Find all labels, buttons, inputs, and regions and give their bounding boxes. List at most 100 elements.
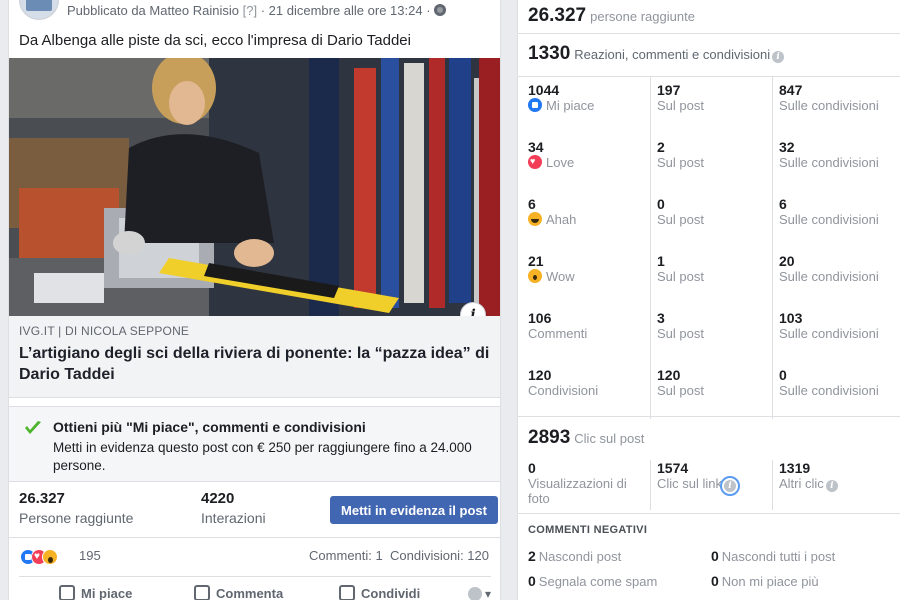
comments-count[interactable]: Commenti: 1 <box>309 548 383 563</box>
like-label: Mi piace <box>546 98 595 113</box>
wow-total: 21 <box>528 253 544 269</box>
like-on-shares: 847 <box>779 82 803 98</box>
photo-views-cell: 0 Visualizzazioni di foto <box>528 460 650 510</box>
info-icon[interactable]: i <box>772 51 785 63</box>
post-meta: Pubblicato da Matteo Rainisio [?] · 21 d… <box>67 3 447 18</box>
share-icon <box>339 585 355 600</box>
breakdown-row-haha: 6 Ahah 0 Sul post 6 Sulle condivisioni <box>518 191 900 248</box>
unlike-stat: 0 Non mi piace più <box>711 573 819 589</box>
info-icon[interactable]: i <box>720 476 741 496</box>
share-label: Condividi <box>361 586 421 600</box>
interactions-value: 4220 <box>201 490 235 507</box>
info-icon[interactable]: i <box>825 480 838 492</box>
haha-on-shares-cell: 6 Sulle condivisioni <box>772 191 900 248</box>
clicks-value: 2893 <box>528 427 571 448</box>
on-post-label: Sul post <box>657 269 704 284</box>
help-link[interactable]: [?] <box>243 3 257 18</box>
on-post-label: Sul post <box>657 383 704 398</box>
comments-on-shares-cell: 103 Sulle condivisioni <box>772 305 900 362</box>
shares-total-cell: 120 Condivisioni <box>528 362 648 419</box>
comment-button[interactable]: Commenta <box>194 585 283 600</box>
reach-label: Persone raggiunte <box>19 510 134 526</box>
haha-label-row: Ahah <box>528 212 648 227</box>
post-insights-panel: 26.327 persone raggiunte 1330 Reazioni, co… <box>517 0 900 600</box>
post-text: Da Albenga alle piste da sci, ecco l'imp… <box>19 32 411 49</box>
love-icon <box>528 154 542 169</box>
like-on-post-cell: 197 Sul post <box>650 77 772 134</box>
wow-label: Wow <box>546 269 575 284</box>
like-on-shares-cell: 847 Sulle condivisioni <box>772 77 900 134</box>
on-shares-label: Sulle condivisioni <box>779 212 879 227</box>
negative-feedback: COMMENTI NEGATIVI 2 Nascondi post 0 Nascon… <box>518 514 900 600</box>
reaction-icons[interactable] <box>20 549 58 565</box>
insights-reactions-total: 1330 Reazioni, commenti e condivisioni i <box>518 34 900 77</box>
shares-on-post-cell: 120 Sul post <box>650 362 772 419</box>
like-label-row: Mi piace <box>528 98 648 113</box>
haha-total: 6 <box>528 196 536 212</box>
globe-icon <box>434 4 447 16</box>
insights-reach: 26.327 persone raggiunte <box>518 0 900 34</box>
on-post-label: Sul post <box>657 98 704 113</box>
insights-reach-value: 26.327 <box>528 5 587 26</box>
post-header: Pubblicato da Matteo Rainisio [?] · 21 d… <box>9 0 500 26</box>
link-preview[interactable]: IVG.IT | DI NICOLA SEPPONE L’artigiano d… <box>9 316 500 398</box>
reactions-count[interactable]: 195 <box>79 548 101 563</box>
link-title[interactable]: L’artigiano degli sci della riviera di p… <box>19 343 499 385</box>
spam-stat: 0 Segnala come spam <box>528 573 657 589</box>
post-actions: Mi piace Commenta Condividi ▾ <box>19 576 491 600</box>
reactions-total-label: Reazioni, commenti e condivisioni <box>574 47 771 62</box>
love-total: 34 <box>528 139 544 155</box>
wow-total-cell: 21 Wow <box>528 248 648 305</box>
haha-label: Ahah <box>546 212 577 227</box>
comments-on-post-cell: 3 Sul post <box>650 305 772 362</box>
like-button[interactable]: Mi piace <box>59 585 132 600</box>
hide-post-value: 2 <box>528 548 536 564</box>
haha-on-post: 0 <box>657 196 665 212</box>
link-clicks-cell: 1574 Clic sul link i <box>650 460 772 510</box>
photo-views-value: 0 <box>528 460 536 476</box>
reactions-summary: 195 Commenti: 1 Condivisioni: 120 <box>9 538 500 574</box>
link-clicks-value: 1574 <box>657 460 689 476</box>
avatar-logo <box>26 0 52 11</box>
love-on-shares-cell: 32 Sulle condivisioni <box>772 134 900 191</box>
shares-on-shares-cell: 0 Sulle condivisioni <box>772 362 900 419</box>
breakdown-row-wow: 21 Wow 1 Sul post 20 Sulle condivisioni <box>518 248 900 305</box>
like-on-post: 197 <box>657 82 681 98</box>
on-post-label: Sul post <box>657 326 704 341</box>
audience-selector[interactable]: ▾ <box>467 587 491 600</box>
haha-icon <box>528 212 542 226</box>
on-shares-label: Sulle condivisioni <box>779 98 879 113</box>
boost-suggestion: Ottieni più "Mi piace", commenti e condi… <box>9 406 500 482</box>
shares-count[interactable]: Condivisioni: 120 <box>390 548 489 563</box>
unlike-label: Non mi piace più <box>721 574 819 589</box>
hide-all-value: 0 <box>711 548 719 564</box>
wow-on-post-cell: 1 Sul post <box>650 248 772 305</box>
breakdown-row-comments: 106 Commenti 3 Sul post 103 Sulle condiv… <box>518 305 900 362</box>
shares-total: 120 <box>528 367 552 383</box>
negative-feedback-title: COMMENTI NEGATIVI <box>528 524 648 536</box>
spam-label: Segnala come spam <box>538 574 658 589</box>
post-stats: 26.327 Persone raggiunte 4220 Interazion… <box>9 482 500 538</box>
love-on-post-cell: 2 Sul post <box>650 134 772 191</box>
breakdown-row-shares: 120 Condivisioni 120 Sul post 0 Sulle co… <box>518 362 900 419</box>
post-card: Pubblicato da Matteo Rainisio [?] · 21 d… <box>8 0 501 600</box>
on-shares-label: Sulle condivisioni <box>779 155 879 170</box>
boost-post-button[interactable]: Metti in evidenza il post <box>330 496 498 524</box>
share-button[interactable]: Condividi <box>339 585 420 600</box>
love-on-shares: 32 <box>779 139 795 155</box>
page-avatar[interactable] <box>19 0 59 20</box>
wow-label-row: Wow <box>528 269 648 284</box>
comment-share-counts: Commenti: 1 Condivisioni: 120 <box>309 548 489 563</box>
reach-stat: 26.327 Persone raggiunte <box>19 490 133 526</box>
wow-on-shares-cell: 20 Sulle condivisioni <box>772 248 900 305</box>
on-post-label: Sul post <box>657 155 704 170</box>
reactions-total-value: 1330 <box>528 43 571 64</box>
other-clicks-label: Altri clic <box>779 476 824 491</box>
comments-on-shares: 103 <box>779 310 803 326</box>
post-date[interactable]: · 21 dicembre alle ore 13:24 · <box>257 3 434 18</box>
like-icon <box>528 98 542 112</box>
hide-post-label: Nascondi post <box>538 549 622 564</box>
on-shares-label: Sulle condivisioni <box>779 269 879 284</box>
link-image[interactable] <box>9 58 500 316</box>
comments-label: Commenti <box>528 326 588 341</box>
